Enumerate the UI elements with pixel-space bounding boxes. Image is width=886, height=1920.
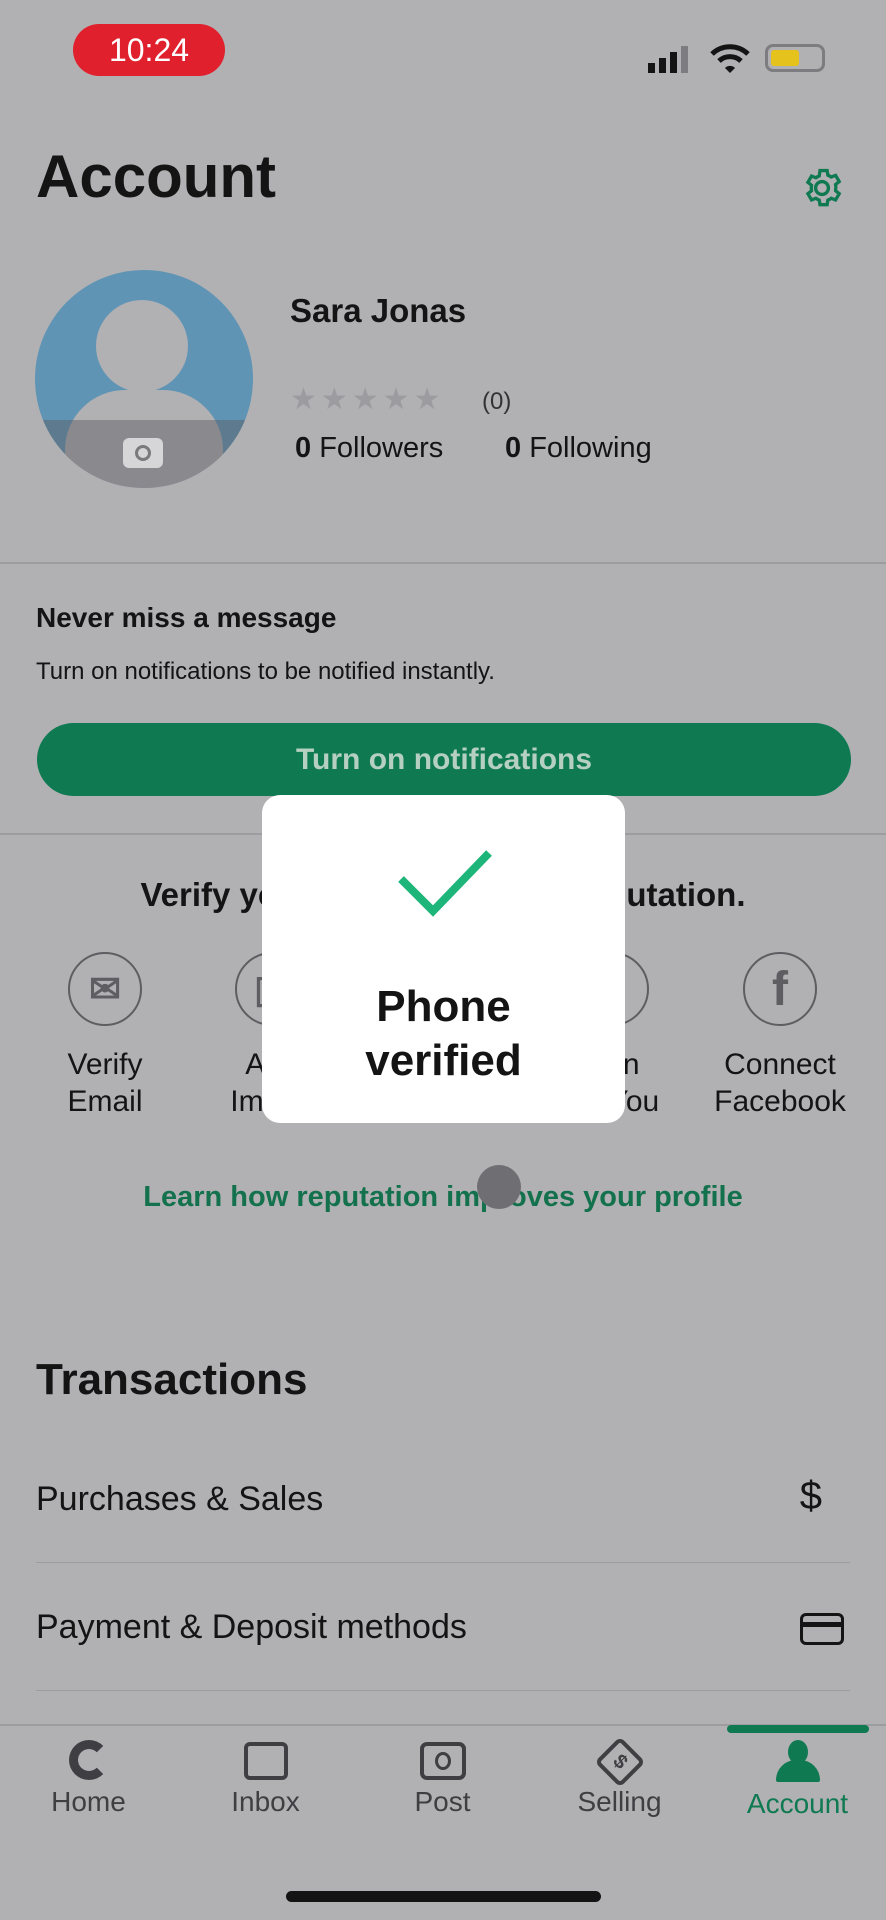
phone-verified-toast: Phone verified <box>262 795 625 1123</box>
tab-label: Selling <box>577 1786 662 1817</box>
tab-label: Post <box>414 1786 471 1817</box>
page-title: Account <box>36 143 276 210</box>
credit-card-icon <box>800 1613 844 1645</box>
camera-icon <box>419 1742 466 1780</box>
purchases-sales-row[interactable]: Purchases & Sales <box>36 1480 850 1519</box>
item-label: Facebook <box>714 1085 846 1118</box>
tab-label: Home <box>51 1786 126 1817</box>
inbox-icon <box>243 1742 288 1780</box>
signal-icon <box>648 46 688 73</box>
following-link[interactable]: 0 Following <box>505 432 652 465</box>
following-label: Following <box>529 432 652 464</box>
tab-post[interactable]: Post <box>354 1740 531 1818</box>
learn-reputation-link[interactable]: Learn how reputation improves your profi… <box>0 1181 886 1214</box>
home-icon <box>68 1740 109 1780</box>
tab-label: Account <box>746 1788 849 1819</box>
turn-on-notifications-button[interactable]: Turn on notifications <box>37 723 851 796</box>
tab-label: Inbox <box>231 1786 300 1817</box>
profile-name: Sara Jonas <box>290 292 467 329</box>
battery-icon <box>765 44 825 72</box>
dollar-icon: $ <box>799 1474 822 1518</box>
row-label: Payment & Deposit methods <box>36 1608 467 1646</box>
payment-methods-row[interactable]: Payment & Deposit methods <box>36 1608 850 1647</box>
followers-link[interactable]: 0 Followers <box>295 432 443 465</box>
item-label: Connect <box>724 1048 836 1081</box>
divider <box>36 1690 850 1691</box>
row-label: Purchases & Sales <box>36 1480 324 1518</box>
tab-selling[interactable]: $ Selling <box>531 1736 708 1818</box>
checkmark-icon <box>398 850 492 917</box>
home-indicator <box>286 1891 601 1902</box>
divider <box>36 1562 850 1563</box>
status-time: 10:24 <box>73 24 225 76</box>
verify-email-item[interactable]: ✉ Verify Email <box>15 952 195 1120</box>
transactions-title: Transactions <box>36 1355 308 1404</box>
divider <box>0 562 886 564</box>
wifi-icon <box>710 44 750 73</box>
facebook-icon: f <box>743 952 817 1026</box>
notifications-subtitle: Turn on notifications to be notified ins… <box>36 658 495 685</box>
toast-line: verified <box>365 1036 522 1085</box>
following-count: 0 <box>505 432 522 464</box>
notifications-title: Never miss a message <box>36 602 337 633</box>
envelope-icon: ✉ <box>68 952 142 1026</box>
person-icon <box>775 1740 820 1782</box>
touch-indicator <box>477 1165 521 1209</box>
rating-stars: ★★★★★ <box>290 383 445 416</box>
connect-facebook-item[interactable]: f Connect Facebook <box>690 952 870 1120</box>
camera-icon[interactable] <box>123 438 163 468</box>
avatar[interactable] <box>35 270 253 488</box>
tab-home[interactable]: Home <box>0 1740 177 1818</box>
followers-count: 0 <box>295 432 312 464</box>
item-label: Verify <box>67 1048 143 1081</box>
toast-line: Phone <box>376 982 511 1031</box>
active-tab-indicator <box>727 1725 869 1733</box>
tab-inbox[interactable]: Inbox <box>177 1740 354 1818</box>
gear-icon[interactable] <box>800 166 844 210</box>
item-label: Email <box>67 1085 143 1118</box>
rating-count: (0) <box>482 388 512 415</box>
followers-label: Followers <box>319 432 444 464</box>
price-tag-icon: $ <box>594 1736 645 1788</box>
tab-account[interactable]: Account <box>709 1740 886 1820</box>
